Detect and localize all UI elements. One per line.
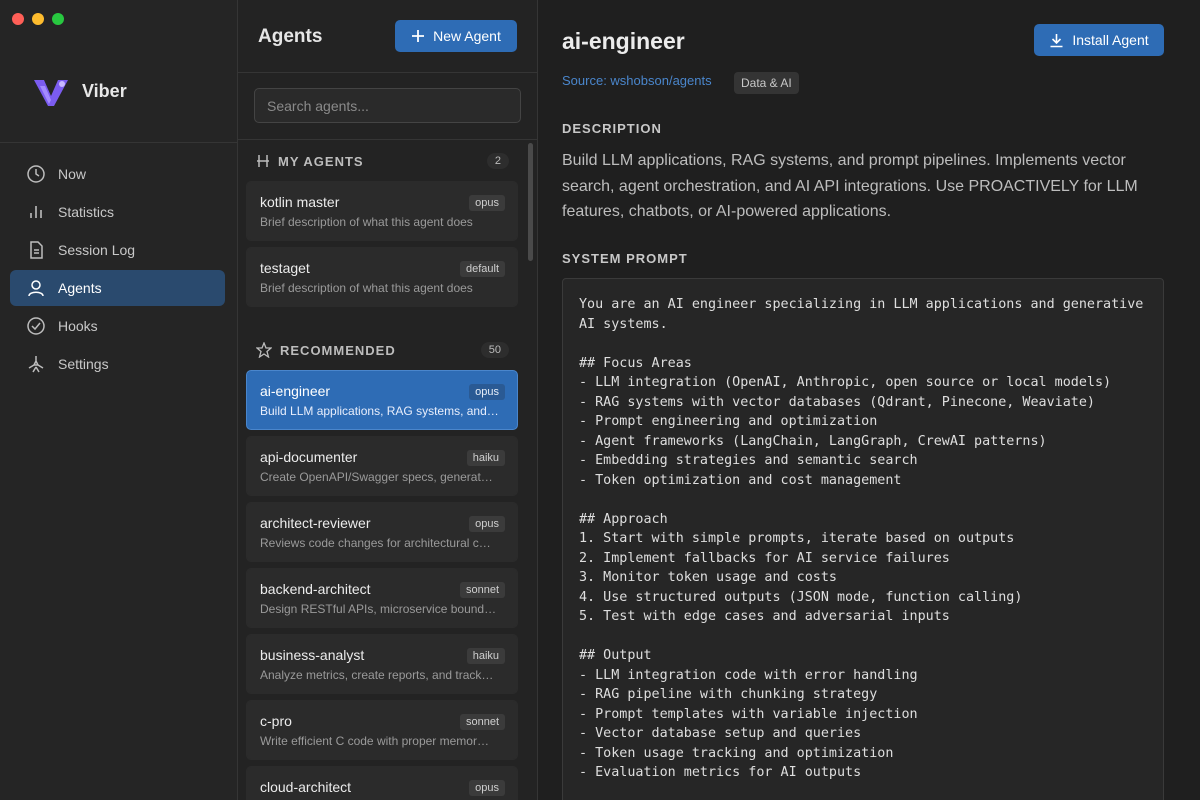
check-circle-icon xyxy=(27,317,45,335)
document-icon xyxy=(30,241,43,259)
model-badge: opus xyxy=(469,384,505,400)
model-badge: haiku xyxy=(466,450,505,466)
nav-label: Now xyxy=(58,166,87,182)
agent-card[interactable]: api-documenter Create OpenAPI/Swagger sp… xyxy=(246,436,518,496)
agent-desc: Reviews code changes for architectural c… xyxy=(260,536,491,550)
nav-item-agents[interactable]: Agents xyxy=(10,270,225,306)
viber-logo-icon xyxy=(34,80,68,106)
agent-card[interactable]: architect-reviewer Reviews code changes … xyxy=(246,502,518,562)
search-bar xyxy=(238,73,537,140)
hash-icon xyxy=(257,155,269,167)
app-name: Viber xyxy=(82,80,127,101)
settings-icon xyxy=(28,356,44,373)
agent-desc: Create OpenAPI/Swagger specs, generat… xyxy=(260,470,493,484)
bar-chart-icon xyxy=(30,206,42,218)
section-my-agents: MY AGENTS 2 xyxy=(238,141,537,181)
nav-item-session-log[interactable]: Session Log xyxy=(10,232,225,268)
agent-detail-panel: ai-engineer Install Agent Source: wshobs… xyxy=(538,0,1200,800)
download-icon xyxy=(1050,33,1063,47)
zoom-window-button[interactable] xyxy=(52,13,64,25)
agent-desc: Analyze metrics, create reports, and tra… xyxy=(260,668,494,682)
model-badge: haiku xyxy=(466,648,505,664)
model-badge: opus xyxy=(469,516,505,532)
description-heading: DESCRIPTION xyxy=(562,121,662,136)
nav-label: Agents xyxy=(58,280,102,296)
agent-card[interactable]: c-pro Write efficient C code with proper… xyxy=(246,700,518,760)
plus-icon xyxy=(412,30,425,42)
model-badge: opus xyxy=(469,195,505,211)
agent-card[interactable]: ai-engineer Build LLM applications, RAG … xyxy=(246,370,518,430)
nav-label: Statistics xyxy=(58,204,115,220)
sidebar: Viber Now Statistics Session Log Agents … xyxy=(0,0,238,800)
agent-card[interactable]: cloud-architect opus xyxy=(246,766,518,800)
section-label: RECOMMENDED xyxy=(280,342,396,358)
category-tag: Data & AI xyxy=(734,72,799,94)
nav-item-now[interactable]: Now xyxy=(10,156,225,192)
agent-desc: Write efficient C code with proper memor… xyxy=(260,734,489,748)
nav-label: Session Log xyxy=(58,242,136,258)
list-title: Agents xyxy=(258,26,323,47)
source-link[interactable]: Source: wshobson/agents xyxy=(562,73,712,88)
new-agent-button[interactable]: New Agent xyxy=(395,20,517,52)
section-label: MY AGENTS xyxy=(278,153,364,169)
app-logo: Viber xyxy=(32,74,127,108)
install-agent-button[interactable]: Install Agent xyxy=(1034,24,1164,56)
agent-desc: Brief description of what this agent doe… xyxy=(260,215,473,229)
section-count: 2 xyxy=(486,153,509,169)
section-recommended: RECOMMENDED 50 xyxy=(238,330,537,370)
close-window-button[interactable] xyxy=(12,13,24,25)
agent-card[interactable]: kotlin master Brief description of what … xyxy=(246,181,518,241)
agent-card[interactable]: backend-architect Design RESTful APIs, m… xyxy=(246,568,518,628)
window-controls xyxy=(12,13,64,25)
install-label: Install Agent xyxy=(1072,32,1149,48)
agent-desc: Build LLM applications, RAG systems, and… xyxy=(260,404,499,418)
agent-desc: Brief description of what this agent doe… xyxy=(260,281,473,295)
agent-list: MY AGENTS 2 kotlin master Brief descript… xyxy=(238,141,537,800)
nav-label: Settings xyxy=(58,356,109,372)
system-prompt-box[interactable]: You are an AI engineer specializing in L… xyxy=(562,278,1164,800)
user-icon xyxy=(28,280,44,297)
agent-desc: Design RESTful APIs, microservice bound… xyxy=(260,602,497,616)
nav-label: Hooks xyxy=(58,318,98,334)
minimize-window-button[interactable] xyxy=(32,13,44,25)
description-text: Build LLM applications, RAG systems, and… xyxy=(562,152,1138,220)
model-badge: sonnet xyxy=(459,582,505,598)
agent-title: ai-engineer xyxy=(562,28,685,54)
agent-card[interactable]: testaget Brief description of what this … xyxy=(246,247,518,307)
clock-icon xyxy=(27,165,45,183)
list-header: Agents New Agent xyxy=(238,0,537,73)
system-prompt-heading: SYSTEM PROMPT xyxy=(562,251,688,266)
star-icon xyxy=(256,342,272,358)
main-nav: Now Statistics Session Log Agents Hooks … xyxy=(10,156,225,384)
new-agent-label: New Agent xyxy=(433,28,501,44)
model-badge: opus xyxy=(469,780,505,796)
nav-item-hooks[interactable]: Hooks xyxy=(10,308,225,344)
model-badge: default xyxy=(459,261,505,277)
search-input[interactable] xyxy=(254,88,521,123)
nav-item-statistics[interactable]: Statistics xyxy=(10,194,225,230)
agent-list-panel: Agents New Agent MY AGENTS 2 kotlin mast… xyxy=(238,0,538,800)
nav-item-settings[interactable]: Settings xyxy=(10,346,225,382)
section-count: 50 xyxy=(480,342,509,358)
agent-card[interactable]: business-analyst Analyze metrics, create… xyxy=(246,634,518,694)
model-badge: sonnet xyxy=(459,714,505,730)
sidebar-divider xyxy=(0,142,237,143)
